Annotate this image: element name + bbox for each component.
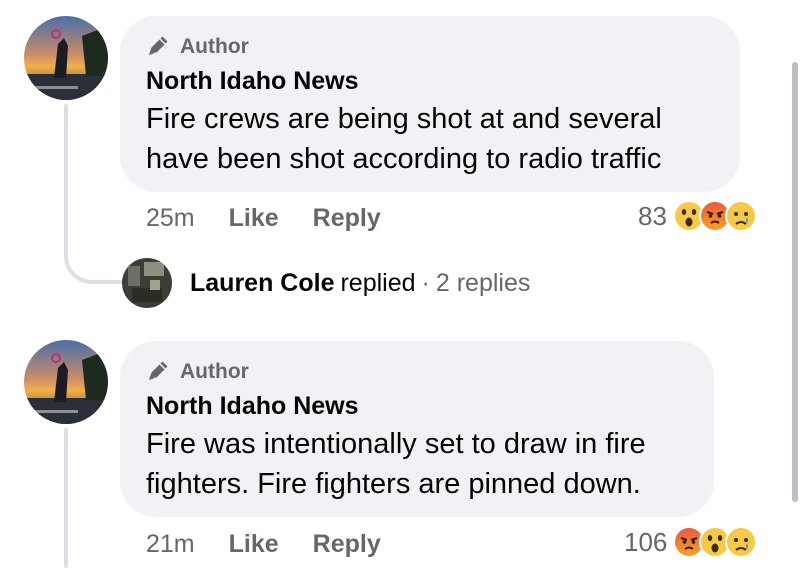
reaction-count: 106	[624, 526, 668, 557]
reply-button[interactable]: Reply	[313, 530, 381, 559]
avatar[interactable]	[24, 340, 108, 424]
scrollbar[interactable]	[792, 62, 798, 502]
thread-line	[64, 428, 68, 568]
pencil-icon	[146, 357, 172, 388]
commenter-name[interactable]: North Idaho News	[146, 66, 714, 96]
replied-label: replied	[340, 268, 416, 297]
reaction-count: 83	[638, 200, 667, 231]
timestamp[interactable]: 25m	[146, 204, 195, 233]
thread-line	[64, 104, 68, 234]
reply-count: 2 replies	[435, 268, 531, 297]
comment-actions: 25m Like Reply	[146, 204, 381, 233]
avatar[interactable]	[122, 258, 172, 308]
sad-emoji-icon	[724, 200, 757, 232]
reaction-summary[interactable]: 83	[638, 200, 757, 232]
like-button[interactable]: Like	[229, 204, 279, 233]
pencil-icon	[146, 32, 172, 63]
author-badge: Author	[180, 35, 249, 58]
thread-curve	[64, 232, 124, 284]
view-replies-row[interactable]: Lauren Cole replied · 2 replies	[122, 258, 530, 308]
comment-bubble: Author North Idaho News Fire was intenti…	[120, 341, 714, 517]
like-button[interactable]: Like	[229, 530, 279, 559]
comment-text-line: fighters. Fire fighters are pinned down.	[146, 468, 641, 500]
separator-dot: ·	[421, 268, 430, 297]
author-badge: Author	[180, 360, 249, 383]
comment-text-line: Fire crews are being shot at and several	[146, 103, 662, 135]
comment-bubble: Author North Idaho News Fire crews are b…	[120, 16, 740, 192]
avatar[interactable]	[24, 16, 108, 100]
reply-button[interactable]: Reply	[313, 204, 381, 233]
commenter-name[interactable]: North Idaho News	[146, 391, 688, 421]
replier-name: Lauren Cole	[190, 268, 335, 297]
reaction-summary[interactable]: 106	[624, 526, 758, 558]
comment-text-line: have been shot according to radio traffi…	[146, 143, 662, 175]
timestamp[interactable]: 21m	[146, 530, 195, 559]
sad-emoji-icon	[725, 526, 758, 558]
comment-text-line: Fire was intentionally set to draw in fi…	[146, 428, 646, 460]
comment-actions: 21m Like Reply	[146, 530, 381, 559]
